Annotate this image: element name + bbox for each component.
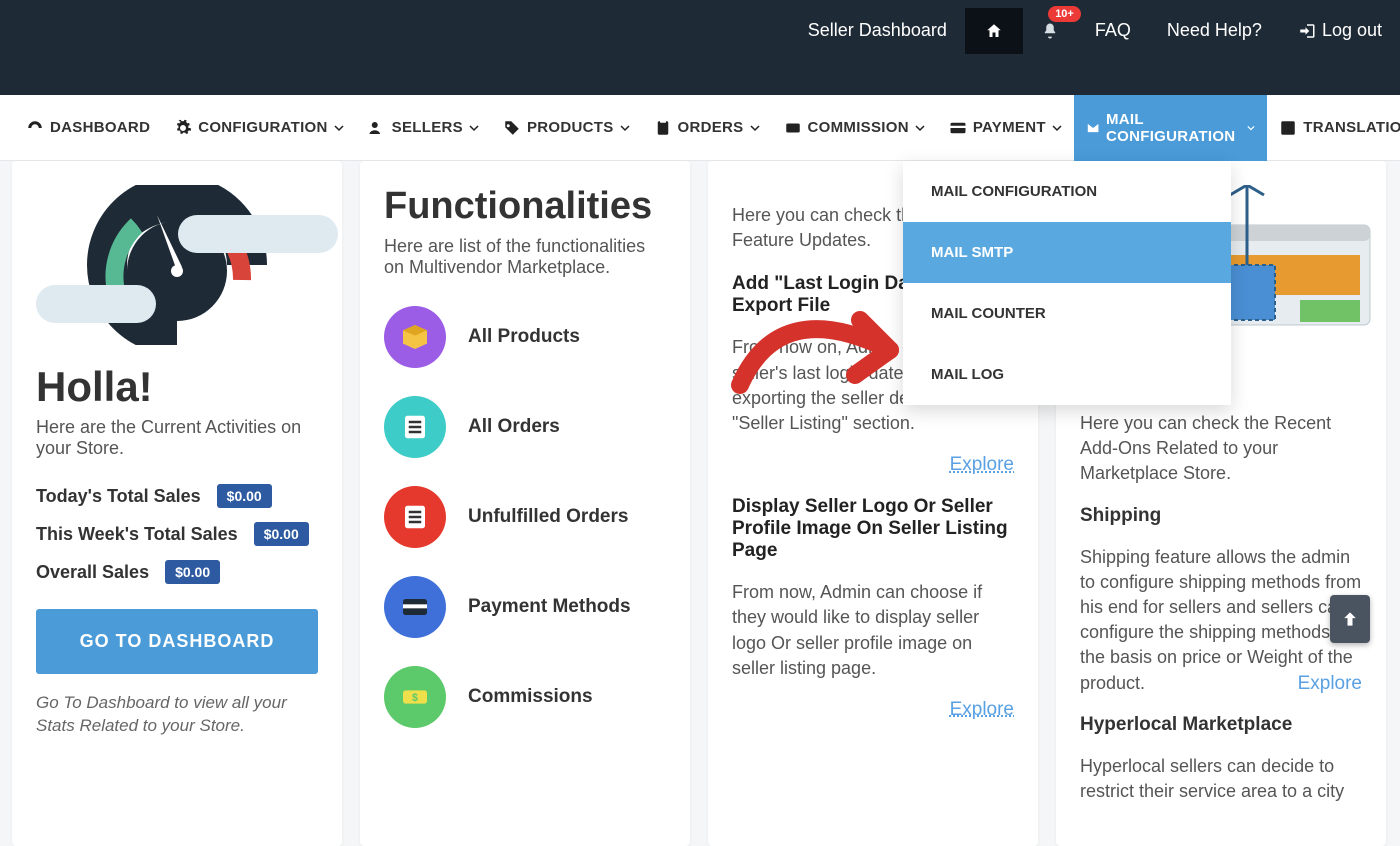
menu-payment[interactable]: Payment [937, 95, 1074, 161]
holla-title: Holla! [36, 363, 318, 411]
chevron-down-icon [915, 123, 925, 133]
func-commissions[interactable]: $ Commissions [384, 666, 666, 728]
logout-button[interactable]: Log out [1280, 6, 1400, 55]
func-payment-methods[interactable]: Payment Methods [384, 576, 666, 638]
notifications-button[interactable]: 10+ [1023, 8, 1077, 54]
chevron-down-icon [620, 123, 630, 133]
faq-link[interactable]: FAQ [1077, 6, 1149, 55]
list-icon [384, 396, 446, 458]
gear-icon [174, 119, 192, 137]
holla-subtitle: Here are the Current Activities on your … [36, 417, 318, 459]
mail-icon [1086, 119, 1100, 137]
func-title: Functionalities [384, 185, 666, 228]
func-subtitle: Here are list of the functionalities on … [384, 236, 666, 278]
gauge-illustration [36, 185, 318, 345]
shipping-title: Shipping [1080, 505, 1362, 527]
chevron-down-icon [750, 123, 760, 133]
home-button[interactable] [965, 8, 1023, 54]
mail-config-dropdown: MAIL CONFIGURATION MAIL SMTP MAIL COUNTE… [903, 161, 1231, 405]
apps-subtitle: Here you can check the Recent Add-Ons Re… [1080, 411, 1362, 487]
chevron-down-icon [334, 123, 344, 133]
dropdown-mail-counter[interactable]: MAIL COUNTER [903, 283, 1231, 344]
week-sales-value: $0.00 [254, 522, 309, 546]
scroll-to-top-button[interactable] [1330, 595, 1370, 643]
seller-dashboard-link[interactable]: Seller Dashboard [790, 6, 965, 55]
card-icon [384, 576, 446, 638]
func-all-products[interactable]: All Products [384, 306, 666, 368]
menu-sellers[interactable]: Sellers [356, 95, 491, 161]
clipboard-icon [654, 119, 672, 137]
dropdown-mail-log[interactable]: MAIL LOG [903, 344, 1231, 405]
list-icon [384, 486, 446, 548]
translate-icon [1279, 119, 1297, 137]
users-icon [368, 119, 386, 137]
logout-icon [1298, 22, 1316, 40]
func-unfulfilled-orders[interactable]: Unfulfilled Orders [384, 486, 666, 548]
dashboard-icon [26, 119, 44, 137]
today-sales-label: Today's Total Sales [36, 486, 201, 507]
svg-text:$: $ [412, 692, 418, 704]
box-icon [384, 306, 446, 368]
go-to-dashboard-button[interactable]: GO TO DASHBOARD [36, 609, 318, 674]
tag-icon [503, 119, 521, 137]
func-all-orders[interactable]: All Orders [384, 396, 666, 458]
commission-icon [784, 119, 802, 137]
arrow-up-icon [1340, 609, 1360, 629]
menu-dashboard[interactable]: Dashboard [14, 95, 162, 161]
shipping-body: Shipping feature allows the admin to con… [1080, 545, 1362, 696]
card-icon [949, 119, 967, 137]
dropdown-mail-configuration[interactable]: MAIL CONFIGURATION [903, 161, 1231, 222]
today-sales-value: $0.00 [217, 484, 272, 508]
home-icon [985, 22, 1003, 40]
hyperlocal-title: Hyperlocal Marketplace [1080, 714, 1362, 736]
menu-configuration[interactable]: Configuration [162, 95, 355, 161]
menu-mail-configuration[interactable]: Mail Configuration [1074, 95, 1267, 161]
chevron-down-icon [1052, 123, 1062, 133]
money-icon: $ [384, 666, 446, 728]
dashboard-hint: Go To Dashboard to view all your Stats R… [36, 692, 318, 738]
holla-card: Holla! Here are the Current Activities o… [12, 161, 342, 846]
week-sales-label: This Week's Total Sales [36, 524, 238, 545]
update1-explore-link[interactable]: Explore [732, 454, 1014, 476]
update2-title: Display Seller Logo Or Seller Profile Im… [732, 496, 1014, 562]
overall-sales-value: $0.00 [165, 560, 220, 584]
logout-label: Log out [1322, 20, 1382, 41]
chevron-down-icon [1247, 123, 1255, 133]
overall-sales-label: Overall Sales [36, 562, 149, 583]
menu-commission[interactable]: Commission [772, 95, 937, 161]
hyperlocal-body: Hyperlocal sellers can decide to restric… [1080, 754, 1362, 804]
dropdown-mail-smtp[interactable]: MAIL SMTP [903, 222, 1231, 283]
menu-products[interactable]: Products [491, 95, 642, 161]
notification-badge: 10+ [1048, 6, 1081, 22]
update2-body: From now, Admin can choose if they would… [732, 580, 1014, 681]
menu-orders[interactable]: Orders [642, 95, 772, 161]
shipping-explore-link[interactable]: Explore [1298, 671, 1362, 698]
functionalities-card: Functionalities Here are list of the fun… [360, 161, 690, 846]
update2-explore-link[interactable]: Explore [732, 699, 1014, 721]
need-help-link[interactable]: Need Help? [1149, 6, 1280, 55]
menu-translation[interactable]: Translation [1267, 95, 1400, 161]
bell-icon [1041, 22, 1059, 40]
chevron-down-icon [469, 123, 479, 133]
